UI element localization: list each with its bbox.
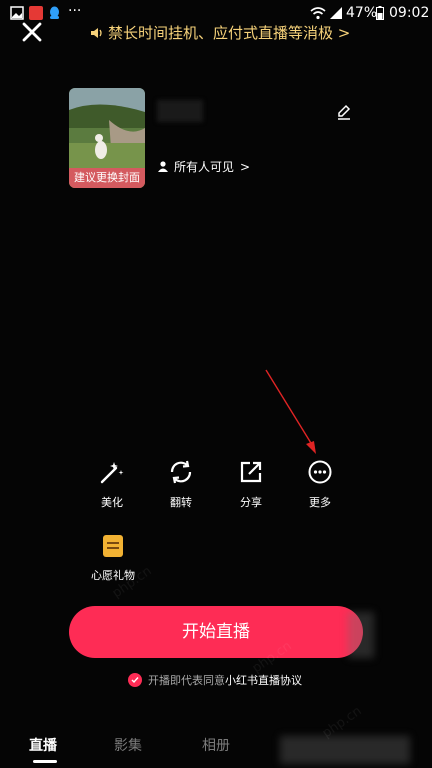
wifi-icon: [310, 7, 326, 20]
qq-notification-icon: [50, 6, 59, 19]
notification-overflow: ···: [68, 3, 82, 19]
visibility-selector[interactable]: 所有人可见 >: [158, 158, 250, 175]
battery-icon: [376, 6, 384, 20]
beauty-button[interactable]: 美化: [84, 458, 140, 510]
beauty-label: 美化: [101, 496, 123, 509]
app-notification-icon: [29, 6, 43, 20]
notice-chevron: >: [337, 24, 351, 42]
user-icon: [158, 161, 168, 172]
gallery-notification-icon: [10, 6, 24, 20]
notice-banner[interactable]: 禁长时间挂机、应付式直播等消极 >: [90, 22, 350, 43]
signal-icon: [330, 7, 342, 19]
mode-tab-bar: 直播 影集 相册: [0, 728, 432, 768]
pixelated-region: [348, 612, 374, 658]
share-button[interactable]: 分享: [223, 458, 279, 510]
flip-camera-icon: [170, 460, 192, 484]
visibility-text: 所有人可见: [174, 160, 235, 174]
check-icon: [131, 677, 139, 684]
close-icon[interactable]: [20, 20, 44, 44]
notice-text: 禁长时间挂机、应付式直播等消极: [108, 24, 334, 42]
start-live-button[interactable]: 开始直播: [69, 606, 363, 658]
active-tab-indicator: [33, 760, 57, 763]
tab-live[interactable]: 直播: [29, 735, 57, 755]
tab-photos[interactable]: 相册: [202, 735, 230, 755]
share-icon: [240, 461, 262, 483]
visibility-chevron: >: [240, 159, 251, 174]
more-button[interactable]: 更多: [292, 458, 348, 510]
change-cover-label: 建议更换封面: [69, 168, 145, 188]
edit-icon[interactable]: [336, 104, 352, 120]
share-label: 分享: [240, 496, 262, 509]
more-icon: [308, 460, 332, 484]
flip-button[interactable]: 翻转: [153, 458, 209, 510]
agreement-link[interactable]: 小红书直播协议: [225, 672, 302, 688]
annotation-arrow: [265, 369, 316, 454]
clock: 09:02: [389, 5, 430, 21]
pixelated-tab-region: [280, 736, 410, 764]
battery-percent: 47%: [346, 5, 378, 21]
live-title-redacted[interactable]: [157, 100, 203, 122]
flip-label: 翻转: [170, 496, 192, 509]
beauty-wand-icon: [100, 462, 124, 484]
cover-image[interactable]: 建议更换封面: [69, 88, 145, 188]
agreement-text: 开播即代表同意: [148, 674, 225, 687]
tab-album[interactable]: 影集: [114, 735, 142, 755]
agreement-row[interactable]: 开播即代表同意 小红书直播协议: [128, 672, 302, 688]
speaker-icon: [91, 28, 102, 38]
wish-gift-icon: [103, 535, 123, 557]
agreement-checkbox[interactable]: [128, 673, 142, 687]
more-label: 更多: [309, 496, 331, 509]
